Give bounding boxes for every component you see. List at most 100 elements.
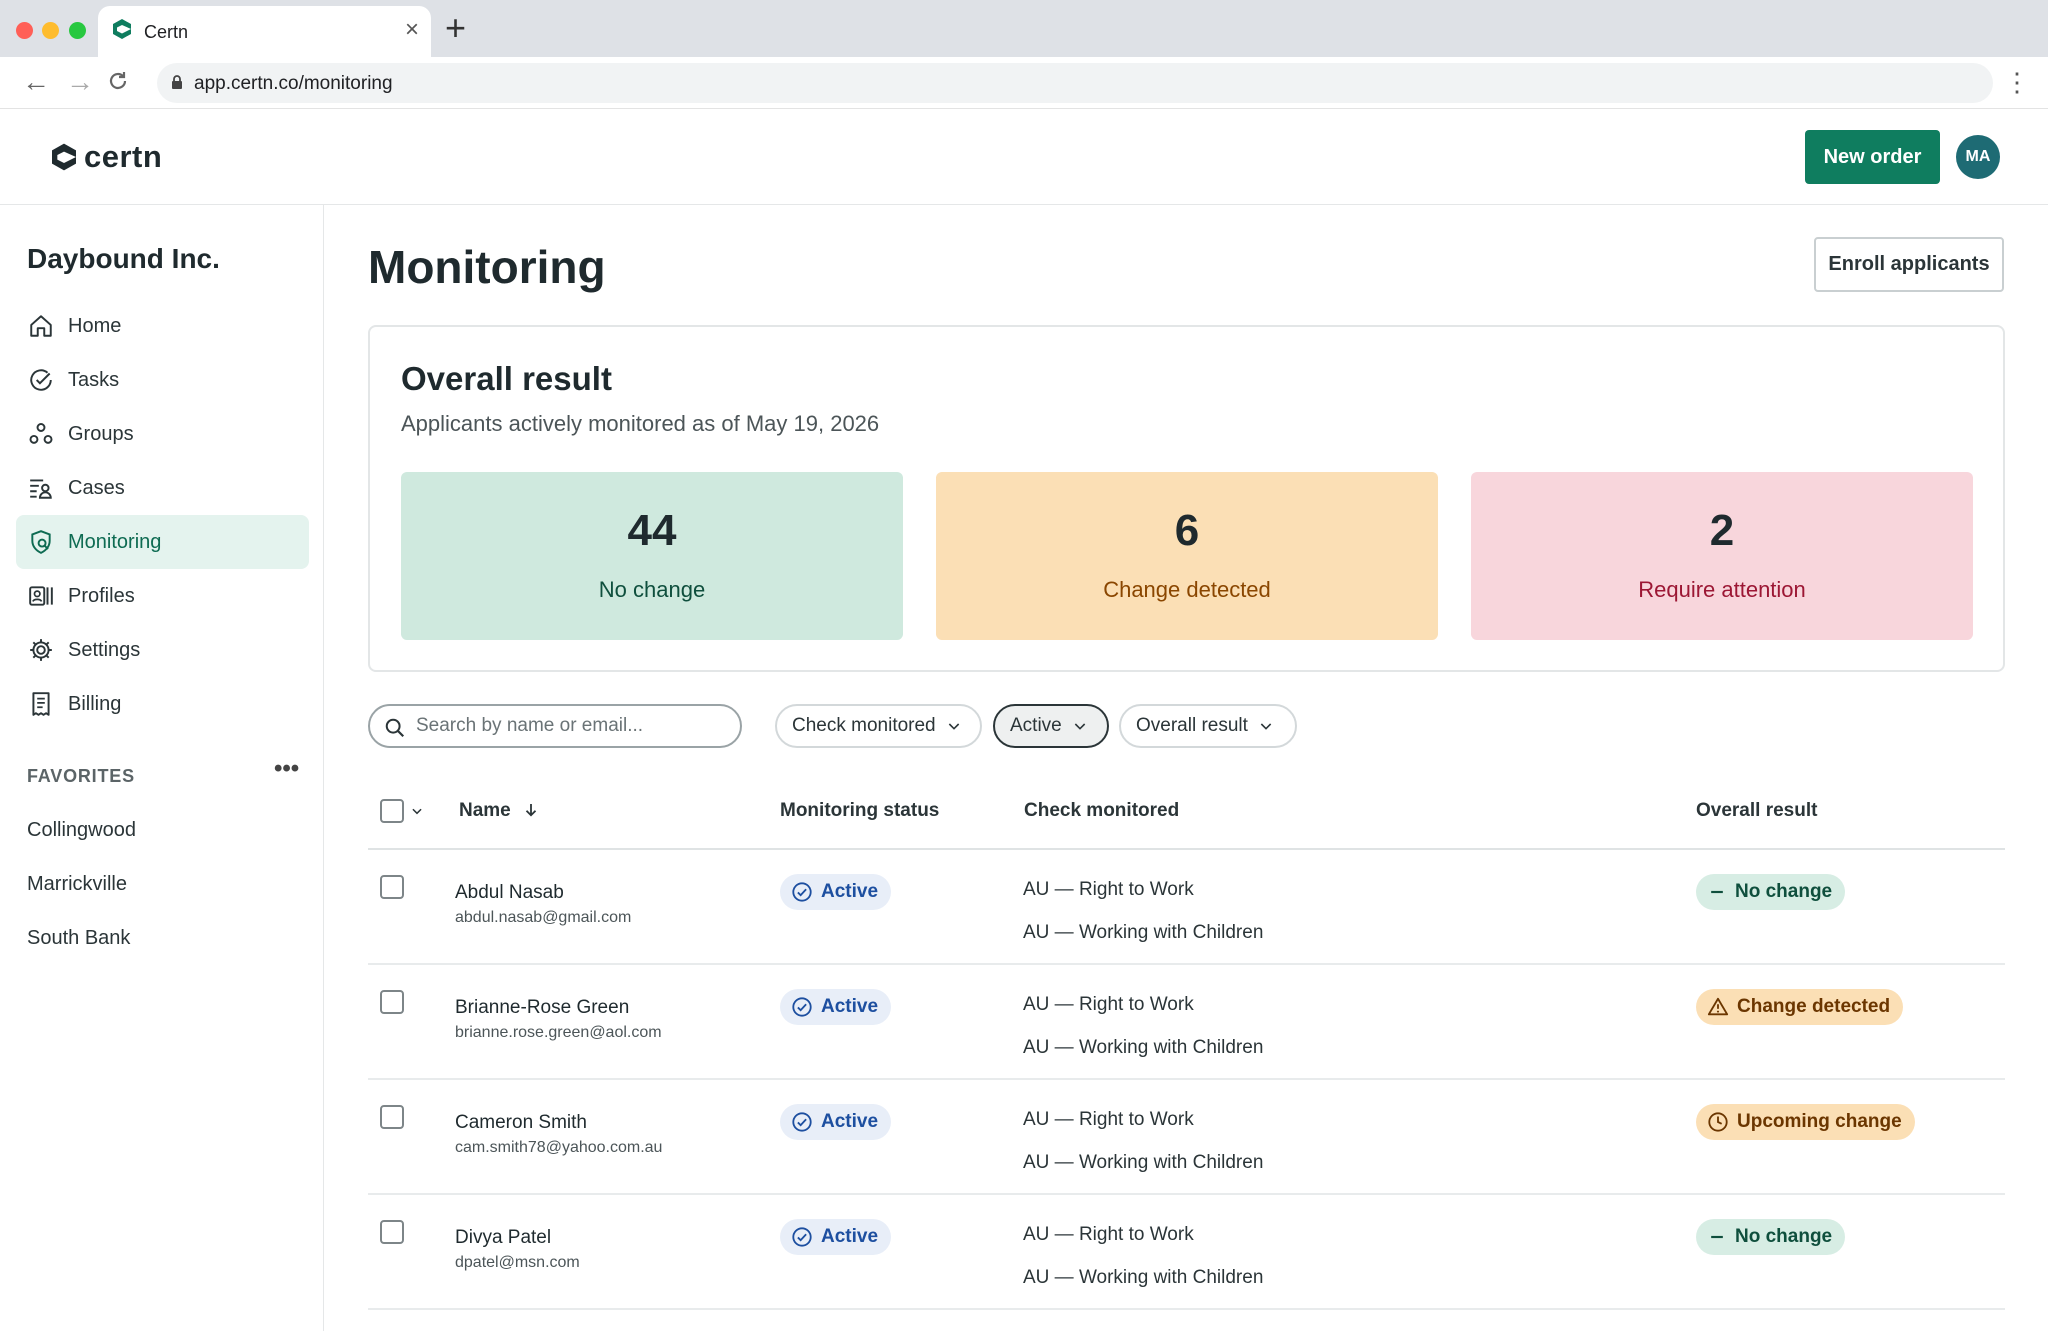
sidebar-item-monitoring[interactable]: Monitoring: [16, 515, 309, 569]
result-badge: No change: [1696, 874, 1846, 910]
filter-label: Check monitored: [792, 715, 936, 736]
stat-require-attention[interactable]: 2 Require attention: [1471, 472, 1973, 640]
stat-no-change[interactable]: 44 No change: [401, 472, 903, 640]
table-row[interactable]: Abdul Nasab abdul.nasab@gmail.com Active…: [368, 850, 2005, 965]
check-item: AU — Right to Work: [1023, 879, 1194, 900]
overall-result-filter[interactable]: Overall result: [1119, 704, 1297, 748]
overall-result-card: Overall result Applicants actively monit…: [368, 325, 2005, 672]
sidebar-item-billing[interactable]: Billing: [16, 677, 309, 731]
check-item: AU — Working with Children: [1023, 1037, 1264, 1058]
header-label: Name: [459, 800, 511, 821]
sidebar-item-home[interactable]: Home: [16, 299, 309, 353]
column-header-result[interactable]: Overall result: [1696, 800, 1817, 822]
active-filter[interactable]: Active: [993, 704, 1109, 748]
sidebar-item-settings[interactable]: Settings: [16, 623, 309, 677]
favorite-item[interactable]: Collingwood: [27, 819, 136, 842]
back-arrow-icon[interactable]: ←: [22, 67, 50, 97]
favorite-item[interactable]: Marrickville: [27, 873, 127, 896]
column-header-name[interactable]: Name: [459, 800, 540, 822]
close-tab-icon[interactable]: ×: [405, 16, 419, 44]
browser-tab[interactable]: Certn ×: [98, 6, 431, 57]
stat-value: 44: [627, 506, 677, 555]
chevron-down-icon: [1260, 723, 1272, 730]
profiles-icon: [29, 586, 53, 606]
applicant-name: Cameron Smith: [455, 1112, 587, 1133]
sidebar: Daybound Inc. Home Tasks Groups Cases Mo…: [0, 205, 324, 1331]
status-label: Active: [821, 881, 879, 902]
more-options-icon[interactable]: •••: [274, 757, 299, 781]
card-title: Overall result: [401, 360, 612, 397]
applicant-email: brianne.rose.green@aol.com: [455, 1024, 662, 1041]
close-window-button[interactable]: [16, 22, 33, 39]
row-checkbox[interactable]: [380, 990, 404, 1014]
clock-icon: [1708, 1112, 1728, 1132]
select-all-checkbox[interactable]: [380, 799, 404, 823]
minus-icon: [1711, 1235, 1723, 1239]
stat-label: Change detected: [1103, 577, 1271, 602]
check-item: AU — Right to Work: [1023, 994, 1194, 1015]
stat-label: No change: [598, 577, 706, 602]
minimize-window-button[interactable]: [42, 22, 59, 39]
stat-value: 2: [1709, 506, 1735, 555]
check-circle-icon: [792, 882, 812, 902]
plus-icon[interactable]: +: [445, 8, 466, 48]
table-row[interactable]: Divya Patel dpatel@msn.com Active AU — R…: [368, 1195, 2005, 1310]
result-label: Change detected: [1737, 996, 1891, 1017]
certn-logo[interactable]: certn: [48, 139, 162, 175]
maximize-window-button[interactable]: [69, 22, 86, 39]
row-checkbox[interactable]: [380, 1105, 404, 1129]
monitoring-icon: [31, 530, 51, 554]
browser-tab-bar: Certn × +: [0, 0, 2048, 57]
logo-text: certn: [84, 139, 163, 174]
row-checkbox[interactable]: [380, 1220, 404, 1244]
status-badge: Active: [780, 989, 892, 1025]
filter-label: Overall result: [1136, 715, 1248, 736]
sidebar-item-groups[interactable]: Groups: [16, 407, 309, 461]
applicant-email: abdul.nasab@gmail.com: [455, 909, 632, 926]
search-input[interactable]: [416, 714, 726, 738]
new-order-button[interactable]: New order: [1805, 130, 1940, 184]
result-label: No change: [1735, 1226, 1833, 1247]
sidebar-item-label: Home: [68, 314, 122, 337]
stat-label: Require attention: [1638, 577, 1806, 602]
stat-change-detected[interactable]: 6 Change detected: [936, 472, 1438, 640]
sort-down-arrow-icon: [525, 804, 537, 817]
sidebar-item-profiles[interactable]: Profiles: [16, 569, 309, 623]
result-label: Upcoming change: [1737, 1111, 1902, 1132]
browser-toolbar: ← → app.certn.co/monitoring ⋮: [0, 57, 2048, 109]
favorite-item[interactable]: South Bank: [27, 927, 130, 950]
app-header: certn New order MA: [0, 109, 2048, 205]
check-circle-icon: [30, 369, 52, 391]
status-label: Active: [821, 1226, 879, 1247]
tab-title: Certn: [144, 22, 189, 42]
browser-menu-icon[interactable]: ⋮: [2004, 67, 2030, 97]
applicant-name: Brianne-Rose Green: [455, 997, 630, 1018]
table-row[interactable]: Brianne-Rose Green brianne.rose.green@ao…: [368, 965, 2005, 1080]
chevron-down-icon[interactable]: [410, 804, 424, 818]
cases-icon: [30, 479, 52, 499]
column-header-check[interactable]: Check monitored: [1024, 800, 1179, 822]
check-monitored-filter[interactable]: Check monitored: [775, 704, 982, 748]
groups-icon: [29, 423, 53, 444]
sidebar-item-cases[interactable]: Cases: [16, 461, 309, 515]
chevron-down-icon: [948, 723, 959, 730]
address-bar[interactable]: app.certn.co/monitoring: [157, 63, 1993, 103]
enroll-applicants-button[interactable]: Enroll applicants: [1814, 237, 2004, 292]
applicant-email: cam.smith78@yahoo.com.au: [455, 1139, 663, 1156]
check-item: AU — Right to Work: [1023, 1224, 1194, 1245]
sidebar-item-tasks[interactable]: Tasks: [16, 353, 309, 407]
check-circle-icon: [792, 1227, 812, 1247]
search-field[interactable]: [368, 704, 742, 748]
avatar[interactable]: MA: [1956, 135, 2000, 179]
sidebar-item-label: Monitoring: [68, 530, 162, 553]
sidebar-item-label: Billing: [68, 692, 122, 715]
column-header-status[interactable]: Monitoring status: [780, 800, 939, 822]
forward-arrow-icon[interactable]: →: [66, 67, 94, 97]
applicant-email: dpatel@msn.com: [455, 1254, 580, 1271]
reload-icon[interactable]: [106, 69, 130, 99]
org-name: Daybound Inc.: [27, 243, 220, 274]
table-row[interactable]: Cameron Smith cam.smith78@yahoo.com.au A…: [368, 1080, 2005, 1195]
check-circle-icon: [792, 997, 812, 1017]
row-checkbox[interactable]: [380, 875, 404, 899]
sidebar-item-label: Tasks: [68, 368, 120, 391]
